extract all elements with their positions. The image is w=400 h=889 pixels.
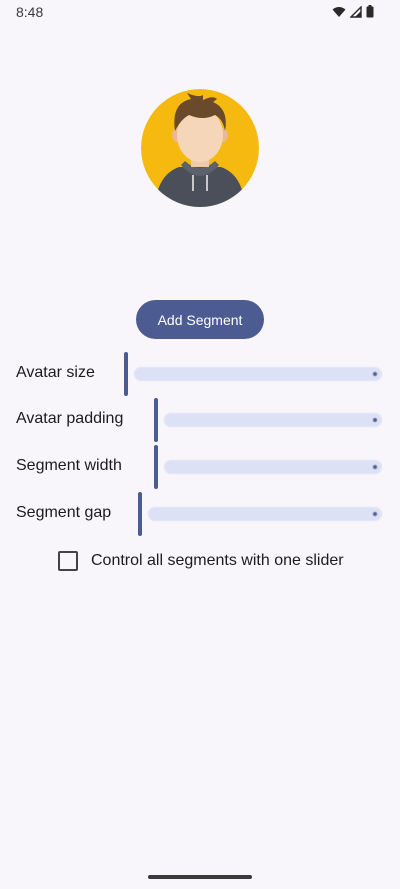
signal-icon	[350, 5, 362, 18]
slider-thumb[interactable]	[154, 398, 158, 442]
slider-stop-indicator	[373, 418, 377, 422]
slider-row-avatar-padding: Avatar padding	[0, 398, 400, 442]
slider-label: Avatar padding	[16, 410, 124, 427]
avatar	[141, 89, 259, 207]
slider-thumb[interactable]	[138, 492, 142, 536]
slider-label: Avatar size	[16, 364, 95, 381]
slider-thumb[interactable]	[124, 352, 128, 396]
slider-track[interactable]	[134, 367, 382, 381]
control-all-checkbox[interactable]	[58, 551, 78, 571]
home-indicator[interactable]	[148, 875, 252, 879]
status-bar: 8:48	[0, 0, 400, 24]
slider-track[interactable]	[164, 413, 382, 427]
slider-row-segment-gap: Segment gap	[0, 492, 400, 536]
add-segment-button[interactable]: Add Segment	[136, 300, 264, 339]
slider-stop-indicator	[373, 465, 377, 469]
slider-track[interactable]	[164, 460, 382, 474]
status-time: 8:48	[16, 4, 44, 20]
wifi-icon	[332, 6, 346, 17]
slider-stop-indicator	[373, 512, 377, 516]
control-all-label: Control all segments with one slider	[91, 552, 344, 569]
slider-thumb[interactable]	[154, 445, 158, 489]
slider-row-segment-width: Segment width	[0, 445, 400, 489]
slider-row-avatar-size: Avatar size	[0, 352, 400, 396]
slider-label: Segment width	[16, 457, 122, 474]
avatar-illustration-icon	[141, 89, 259, 207]
slider-stop-indicator	[373, 372, 377, 376]
slider-label: Segment gap	[16, 504, 112, 521]
battery-icon	[366, 5, 374, 18]
slider-track[interactable]	[148, 507, 382, 521]
status-icons	[332, 5, 374, 18]
